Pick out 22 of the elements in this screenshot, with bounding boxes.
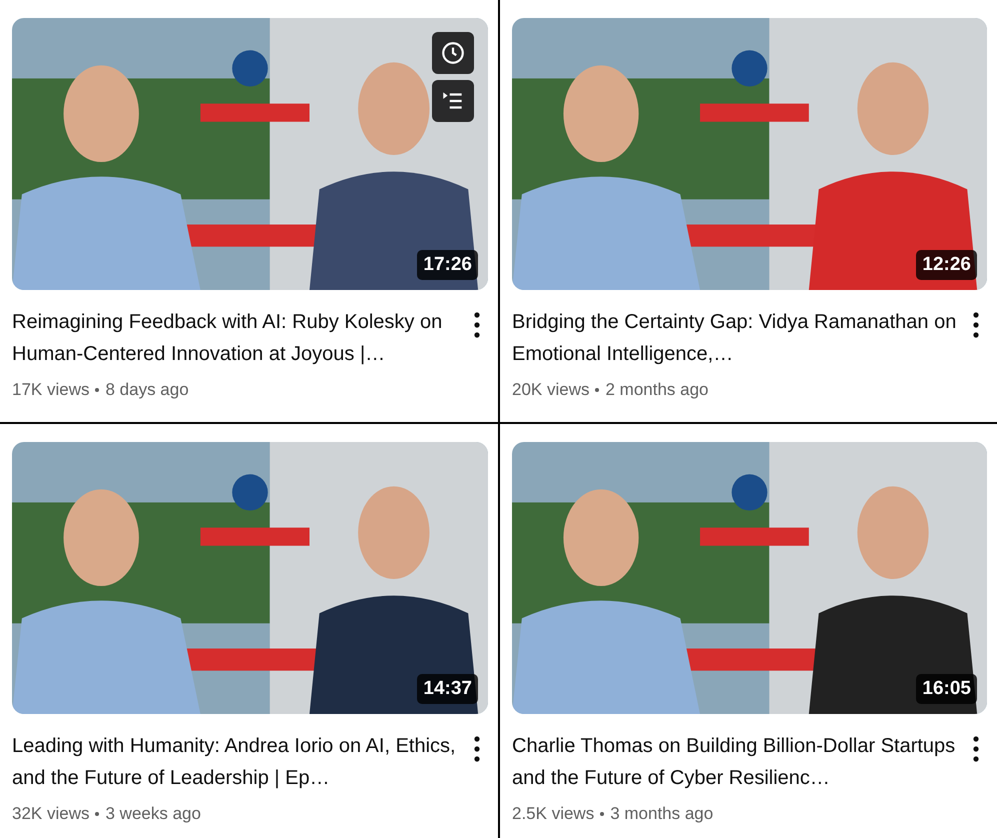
separator-dot-icon [595, 388, 600, 392]
video-title[interactable]: Leading with Humanity: Andrea Iorio on AI, Ethics, and the Future of Leadership | Ep… [12, 730, 457, 794]
duration-badge: 12:26 [916, 250, 977, 280]
upload-age: 3 months ago [610, 804, 714, 824]
view-count: 32K views [12, 804, 90, 824]
upload-age: 3 weeks ago [105, 804, 201, 824]
view-count: 20K views [512, 380, 590, 400]
video-title[interactable]: Reimagining Feedback with AI: Ruby Kolesky on Human-Centered Innovation at Joyous |… [12, 306, 457, 370]
view-count: 2.5K views [512, 804, 594, 824]
duration-badge: 14:37 [417, 674, 478, 704]
separator-dot-icon [95, 388, 100, 392]
duration-badge: 16:05 [916, 674, 977, 704]
queue-icon[interactable] [432, 80, 474, 122]
video-title[interactable]: Charlie Thomas on Building Billion-Dollar Startups and the Future of Cyber Resilienc… [512, 730, 957, 794]
clock-icon[interactable] [432, 32, 474, 74]
separator-dot-icon [600, 812, 604, 816]
upload-age: 8 days ago [105, 380, 189, 400]
duration-badge: 17:26 [417, 250, 478, 280]
upload-age: 2 months ago [605, 380, 708, 400]
separator-dot-icon [95, 812, 100, 816]
video-title[interactable]: Bridging the Certainty Gap: Vidya Ramanathan on Emotional Intelligence,… [512, 306, 957, 370]
view-count: 17K views [12, 380, 90, 400]
